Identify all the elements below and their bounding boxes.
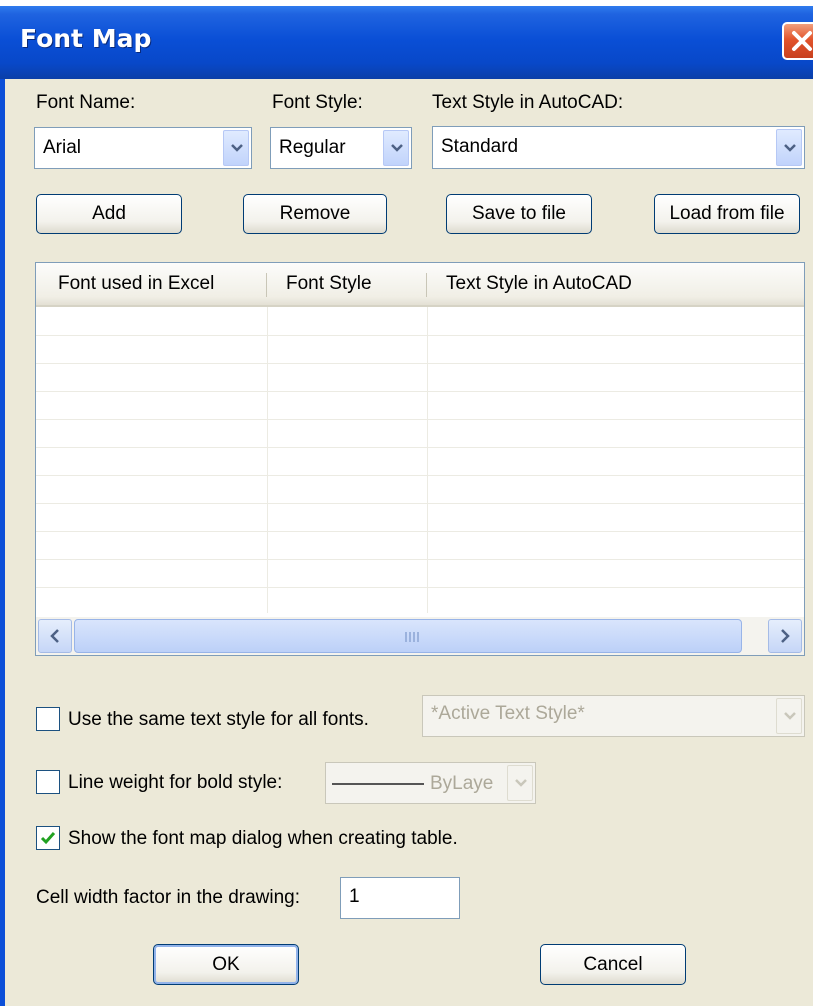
font-name-dropdown-button[interactable] [223,130,249,166]
load-from-file-button[interactable]: Load from file [654,194,800,234]
close-button[interactable] [782,22,813,60]
grid-row-line [36,391,804,392]
column-header-excel-font[interactable]: Font used in Excel [58,263,214,305]
grid-row-line [36,559,804,560]
font-name-label: Font Name: [36,92,136,113]
scroll-right-button[interactable] [768,619,802,653]
font-style-select[interactable]: Regular [270,127,412,169]
scrollbar-thumb[interactable] [74,619,742,653]
grid-row-line [36,587,804,588]
grid-row-line [36,531,804,532]
chevron-down-icon [515,779,527,787]
close-icon [792,31,812,51]
title-bar-top-edge [0,0,813,6]
text-style-value: Standard [441,136,519,157]
same-style-value: *Active Text Style* [431,703,585,724]
same-style-checkbox[interactable] [36,707,60,731]
horizontal-scrollbar[interactable] [36,617,804,655]
scroll-left-button[interactable] [38,619,72,653]
same-style-label[interactable]: Use the same text style for all fonts. [68,709,369,731]
cell-width-value: 1 [349,886,360,907]
add-button[interactable]: Add [36,194,182,234]
font-map-table[interactable]: Font used in Excel Font Style Text Style… [35,262,805,656]
font-style-label: Font Style: [272,92,363,113]
grid-row-line [36,363,804,364]
same-style-select: *Active Text Style* [422,695,805,737]
grid-row-line [36,419,804,420]
text-style-select[interactable]: Standard [432,126,805,169]
line-weight-dropdown-button [507,765,533,801]
grid-row-line [36,447,804,448]
grid-column-line [427,307,428,613]
save-to-file-button[interactable]: Save to file [446,194,592,234]
grid-row-line [36,475,804,476]
font-name-value: Arial [43,137,82,158]
ok-button[interactable]: OK [153,944,299,985]
column-header-autocad-style[interactable]: Text Style in AutoCAD [446,263,632,305]
line-weight-label[interactable]: Line weight for bold style: [68,772,282,794]
font-name-select[interactable]: Arial [34,127,252,169]
grid-row-line [36,503,804,504]
same-style-dropdown-button [776,698,802,734]
arrow-left-icon [50,629,59,643]
chevron-down-icon [784,143,796,152]
line-weight-select: ByLaye [325,762,536,804]
line-weight-sample [332,783,424,785]
remove-button[interactable]: Remove [243,194,387,234]
grid-column-line [267,307,268,613]
column-divider[interactable] [426,273,427,297]
column-divider[interactable] [266,273,267,297]
window-title: Font Map [20,24,152,53]
checkmark-icon [40,832,56,845]
chevron-down-icon [391,144,403,152]
line-weight-value: ByLaye [430,773,494,794]
chevron-down-icon [231,144,243,152]
scrollbar-grip [405,632,419,642]
chevron-down-icon [784,712,796,720]
font-style-dropdown-button[interactable] [383,130,409,166]
show-dialog-label[interactable]: Show the font map dialog when creating t… [68,828,458,850]
column-header-font-style[interactable]: Font Style [286,263,372,305]
cancel-button[interactable]: Cancel [540,944,686,985]
cell-width-label: Cell width factor in the drawing: [36,887,301,908]
arrow-right-icon [781,629,790,643]
font-style-value: Regular [279,137,346,158]
table-header: Font used in Excel Font Style Text Style… [36,263,804,307]
text-style-dropdown-button[interactable] [776,129,802,166]
line-weight-checkbox[interactable] [36,770,60,794]
grid-row-line [36,335,804,336]
show-dialog-checkbox[interactable] [36,826,60,850]
window-left-border [0,79,5,1006]
cell-width-input[interactable]: 1 [340,877,460,919]
text-style-label: Text Style in AutoCAD: [432,92,624,113]
